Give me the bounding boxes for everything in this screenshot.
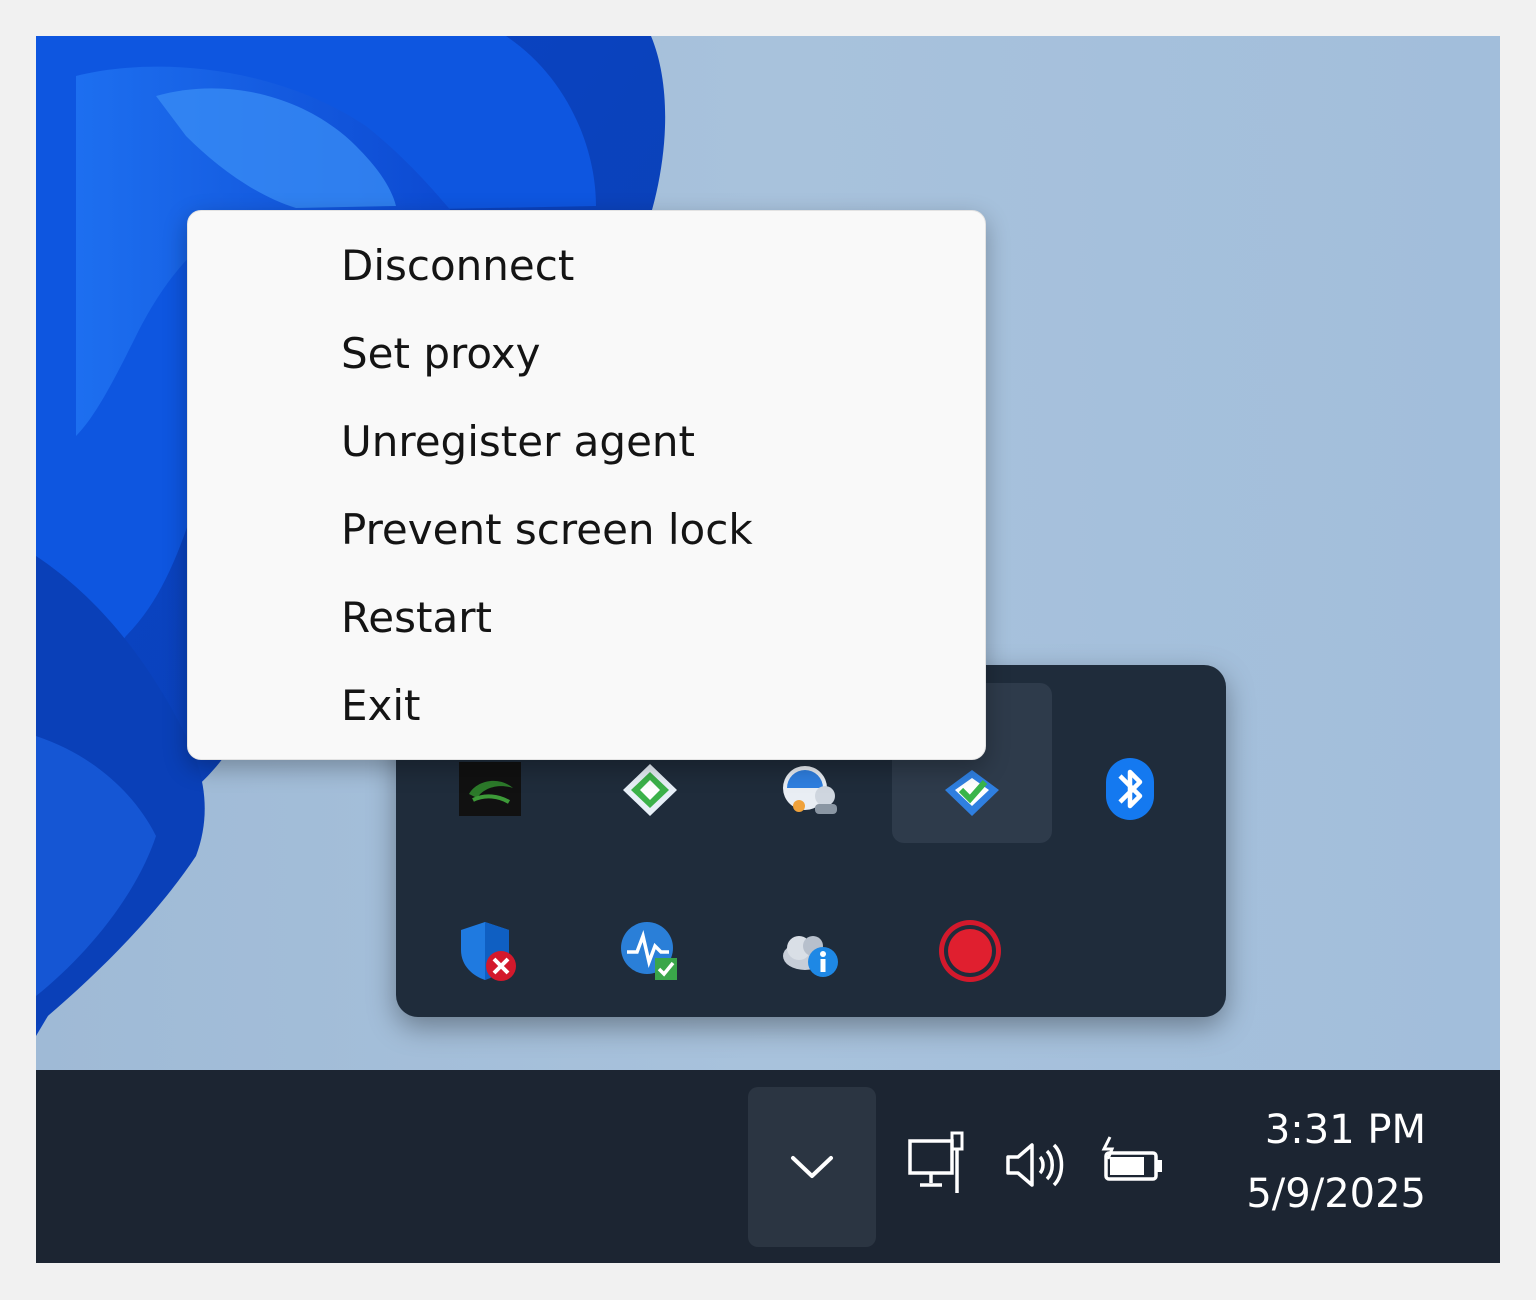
show-hidden-icons-button[interactable] <box>748 1087 876 1247</box>
menu-item-disconnect[interactable]: Disconnect <box>188 221 985 309</box>
taskbar: 3:31 PM 5/9/2025 <box>36 1070 1500 1263</box>
network-ethernet-icon[interactable] <box>898 1125 978 1205</box>
volume-icon[interactable] <box>996 1125 1076 1205</box>
menu-item-restart[interactable]: Restart <box>188 573 985 661</box>
battery-charging-icon[interactable] <box>1092 1125 1172 1205</box>
menu-item-exit[interactable]: Exit <box>188 661 985 749</box>
desktop-screen: Disconnect Set proxy Unregister agent Pr… <box>36 36 1500 1263</box>
chevron-down-icon <box>791 1156 833 1178</box>
taskbar-clock[interactable]: 3:31 PM 5/9/2025 <box>1186 1098 1426 1238</box>
clock-time: 3:31 PM <box>1264 1107 1426 1153</box>
context-menu: Disconnect Set proxy Unregister agent Pr… <box>187 210 986 760</box>
menu-item-prevent-screen-lock[interactable]: Prevent screen lock <box>188 485 985 573</box>
monitor-ok-icon[interactable] <box>590 891 710 1011</box>
clock-date: 5/9/2025 <box>1246 1171 1426 1217</box>
menu-item-set-proxy[interactable]: Set proxy <box>188 309 985 397</box>
record-icon[interactable] <box>910 891 1030 1011</box>
bluetooth-icon[interactable] <box>1070 729 1190 849</box>
cloud-info-icon[interactable] <box>750 891 870 1011</box>
defender-alert-icon[interactable] <box>430 891 550 1011</box>
menu-item-unregister-agent[interactable]: Unregister agent <box>188 397 985 485</box>
